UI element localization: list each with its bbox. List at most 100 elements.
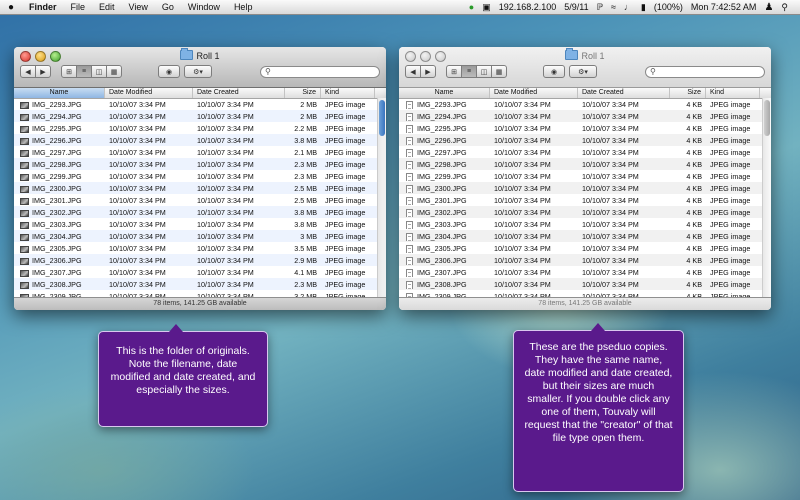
file-size: 3.8 MB bbox=[294, 207, 317, 217]
file-row[interactable]: IMG_2294.JPG 10/10/07 3:34 PM 10/10/07 3:3… bbox=[14, 110, 378, 122]
battery-icon[interactable]: ▮ bbox=[637, 2, 650, 13]
file-row[interactable]: IMG_2299.JPG 10/10/07 3:34 PM 10/10/07 3:3… bbox=[14, 170, 378, 182]
clock[interactable]: Mon 7:42:52 AM bbox=[687, 2, 761, 12]
document-icon bbox=[406, 184, 413, 193]
quick-look-button[interactable]: ◉ bbox=[158, 65, 180, 78]
file-row[interactable]: IMG_2300.JPG 10/10/07 3:34 PM 10/10/07 3:3… bbox=[14, 182, 378, 194]
file-row[interactable]: IMG_2300.JPG 10/10/07 3:34 PM 10/10/07 3:3… bbox=[399, 182, 763, 194]
menu-app-finder[interactable]: Finder bbox=[22, 2, 64, 12]
forward-button[interactable]: ▶ bbox=[35, 65, 51, 78]
column-view-button[interactable]: ◫ bbox=[91, 65, 107, 78]
quick-look-button[interactable]: ◉ bbox=[543, 65, 565, 78]
column-size[interactable]: Size bbox=[285, 88, 321, 98]
file-name: IMG_2308.JPG bbox=[14, 280, 105, 289]
file-row[interactable]: IMG_2293.JPG 10/10/07 3:34 PM 10/10/07 3:3… bbox=[14, 98, 378, 110]
file-row[interactable]: IMG_2307.JPG 10/10/07 3:34 PM 10/10/07 3:3… bbox=[399, 266, 763, 278]
search-input[interactable] bbox=[270, 67, 365, 76]
file-row[interactable]: IMG_2296.JPG 10/10/07 3:34 PM 10/10/07 3:3… bbox=[399, 134, 763, 146]
file-kind: JPEG image bbox=[325, 267, 366, 277]
battery-percent[interactable]: (100%) bbox=[650, 2, 687, 12]
column-date-modified[interactable]: Date Modified bbox=[490, 88, 578, 98]
file-row[interactable]: IMG_2304.JPG 10/10/07 3:34 PM 10/10/07 3:3… bbox=[14, 230, 378, 242]
file-row[interactable]: IMG_2306.JPG 10/10/07 3:34 PM 10/10/07 3:3… bbox=[399, 254, 763, 266]
date-display[interactable]: 5/9/11 bbox=[560, 2, 592, 12]
file-row[interactable]: IMG_2301.JPG 10/10/07 3:34 PM 10/10/07 3:3… bbox=[14, 194, 378, 206]
file-row[interactable]: IMG_2296.JPG 10/10/07 3:34 PM 10/10/07 3:3… bbox=[14, 134, 378, 146]
list-view-button[interactable]: ≡ bbox=[461, 65, 477, 78]
file-kind: JPEG image bbox=[710, 195, 751, 205]
bluetooth-icon[interactable]: ℙ bbox=[593, 2, 607, 13]
back-button[interactable]: ◀ bbox=[20, 65, 36, 78]
menu-window[interactable]: Window bbox=[181, 2, 227, 12]
column-size[interactable]: Size bbox=[670, 88, 706, 98]
file-row[interactable]: IMG_2295.JPG 10/10/07 3:34 PM 10/10/07 3:3… bbox=[14, 122, 378, 134]
file-row[interactable]: IMG_2294.JPG 10/10/07 3:34 PM 10/10/07 3:3… bbox=[399, 110, 763, 122]
eye-icon: ◉ bbox=[165, 68, 173, 76]
vertical-scrollbar[interactable] bbox=[377, 98, 386, 298]
file-date-created: 10/10/07 3:34 PM bbox=[197, 267, 254, 277]
file-row[interactable]: IMG_2297.JPG 10/10/07 3:34 PM 10/10/07 3:3… bbox=[399, 146, 763, 158]
menu-file[interactable]: File bbox=[64, 2, 93, 12]
file-row[interactable]: IMG_2299.JPG 10/10/07 3:34 PM 10/10/07 3:3… bbox=[399, 170, 763, 182]
menu-view[interactable]: View bbox=[122, 2, 155, 12]
file-row[interactable]: IMG_2304.JPG 10/10/07 3:34 PM 10/10/07 3:3… bbox=[399, 230, 763, 242]
action-menu-button[interactable]: ⚙▾ bbox=[569, 65, 597, 78]
file-row[interactable]: IMG_2308.JPG 10/10/07 3:34 PM 10/10/07 3:3… bbox=[14, 278, 378, 290]
apple-menu-icon[interactable]: ● bbox=[0, 2, 22, 13]
file-row[interactable]: IMG_2293.JPG 10/10/07 3:34 PM 10/10/07 3:3… bbox=[399, 98, 763, 110]
column-date-modified[interactable]: Date Modified bbox=[105, 88, 193, 98]
wifi-icon[interactable]: ≈ bbox=[607, 2, 620, 12]
icon-view-button[interactable]: ⊞ bbox=[61, 65, 77, 78]
file-row[interactable]: IMG_2302.JPG 10/10/07 3:34 PM 10/10/07 3:3… bbox=[399, 206, 763, 218]
file-row[interactable]: IMG_2307.JPG 10/10/07 3:34 PM 10/10/07 3:3… bbox=[14, 266, 378, 278]
file-row[interactable]: IMG_2302.JPG 10/10/07 3:34 PM 10/10/07 3:3… bbox=[14, 206, 378, 218]
search-field[interactable]: ⚲ bbox=[260, 65, 380, 78]
window-titlebar[interactable]: Roll 1 ◀ ▶ ⊞ ≡ ◫ ▦ ◉ ⚙▾ ⚲ bbox=[14, 47, 386, 88]
volume-icon[interactable]: ♩ bbox=[620, 2, 637, 12]
column-date-created[interactable]: Date Created bbox=[578, 88, 670, 98]
scroll-thumb[interactable] bbox=[764, 100, 770, 136]
status-dot-icon[interactable]: ● bbox=[465, 2, 478, 12]
window-titlebar[interactable]: Roll 1 ◀ ▶ ⊞ ≡ ◫ ▦ ◉ ⚙▾ ⚲ bbox=[399, 47, 771, 88]
forward-button[interactable]: ▶ bbox=[420, 65, 436, 78]
file-date-created: 10/10/07 3:34 PM bbox=[197, 147, 254, 157]
file-row[interactable]: IMG_2305.JPG 10/10/07 3:34 PM 10/10/07 3:3… bbox=[399, 242, 763, 254]
search-field[interactable]: ⚲ bbox=[645, 65, 765, 78]
file-row[interactable]: IMG_2303.JPG 10/10/07 3:34 PM 10/10/07 3:3… bbox=[14, 218, 378, 230]
coverflow-view-button[interactable]: ▦ bbox=[106, 65, 122, 78]
vertical-scrollbar[interactable] bbox=[762, 98, 771, 298]
list-view-button[interactable]: ≡ bbox=[76, 65, 92, 78]
file-size: 3.8 MB bbox=[294, 219, 317, 229]
search-input[interactable] bbox=[655, 67, 750, 76]
file-row[interactable]: IMG_2298.JPG 10/10/07 3:34 PM 10/10/07 3:3… bbox=[399, 158, 763, 170]
scroll-thumb[interactable] bbox=[379, 100, 385, 136]
icon-view-button[interactable]: ⊞ bbox=[446, 65, 462, 78]
column-view-button[interactable]: ◫ bbox=[476, 65, 492, 78]
menu-help[interactable]: Help bbox=[227, 2, 260, 12]
file-row[interactable]: IMG_2305.JPG 10/10/07 3:34 PM 10/10/07 3:3… bbox=[14, 242, 378, 254]
file-row[interactable]: IMG_2303.JPG 10/10/07 3:34 PM 10/10/07 3:3… bbox=[399, 218, 763, 230]
column-date-created[interactable]: Date Created bbox=[193, 88, 285, 98]
coverflow-view-button[interactable]: ▦ bbox=[491, 65, 507, 78]
user-icon[interactable]: ♟ bbox=[760, 2, 777, 13]
file-row[interactable]: IMG_2306.JPG 10/10/07 3:34 PM 10/10/07 3:3… bbox=[14, 254, 378, 266]
column-kind[interactable]: Kind bbox=[321, 88, 375, 98]
file-row[interactable]: IMG_2297.JPG 10/10/07 3:34 PM 10/10/07 3:3… bbox=[14, 146, 378, 158]
network-icon[interactable]: ▣ bbox=[478, 2, 495, 13]
file-row[interactable]: IMG_2308.JPG 10/10/07 3:34 PM 10/10/07 3:3… bbox=[399, 278, 763, 290]
column-kind[interactable]: Kind bbox=[706, 88, 760, 98]
menu-go[interactable]: Go bbox=[155, 2, 181, 12]
ip-address[interactable]: 192.168.2.100 bbox=[495, 2, 561, 12]
back-button[interactable]: ◀ bbox=[405, 65, 421, 78]
menu-edit[interactable]: Edit bbox=[92, 2, 122, 12]
file-row[interactable]: IMG_2301.JPG 10/10/07 3:34 PM 10/10/07 3:3… bbox=[399, 194, 763, 206]
file-kind: JPEG image bbox=[325, 111, 366, 121]
spotlight-icon[interactable]: ⚲ bbox=[777, 2, 792, 13]
file-row[interactable]: IMG_2295.JPG 10/10/07 3:34 PM 10/10/07 3:3… bbox=[399, 122, 763, 134]
column-name[interactable]: Name bbox=[14, 88, 105, 98]
column-name[interactable]: Name bbox=[399, 88, 490, 98]
file-row[interactable]: IMG_2298.JPG 10/10/07 3:34 PM 10/10/07 3:3… bbox=[14, 158, 378, 170]
window-title: Roll 1 bbox=[14, 48, 386, 61]
image-thumbnail-icon bbox=[20, 149, 29, 157]
action-menu-button[interactable]: ⚙▾ bbox=[184, 65, 212, 78]
